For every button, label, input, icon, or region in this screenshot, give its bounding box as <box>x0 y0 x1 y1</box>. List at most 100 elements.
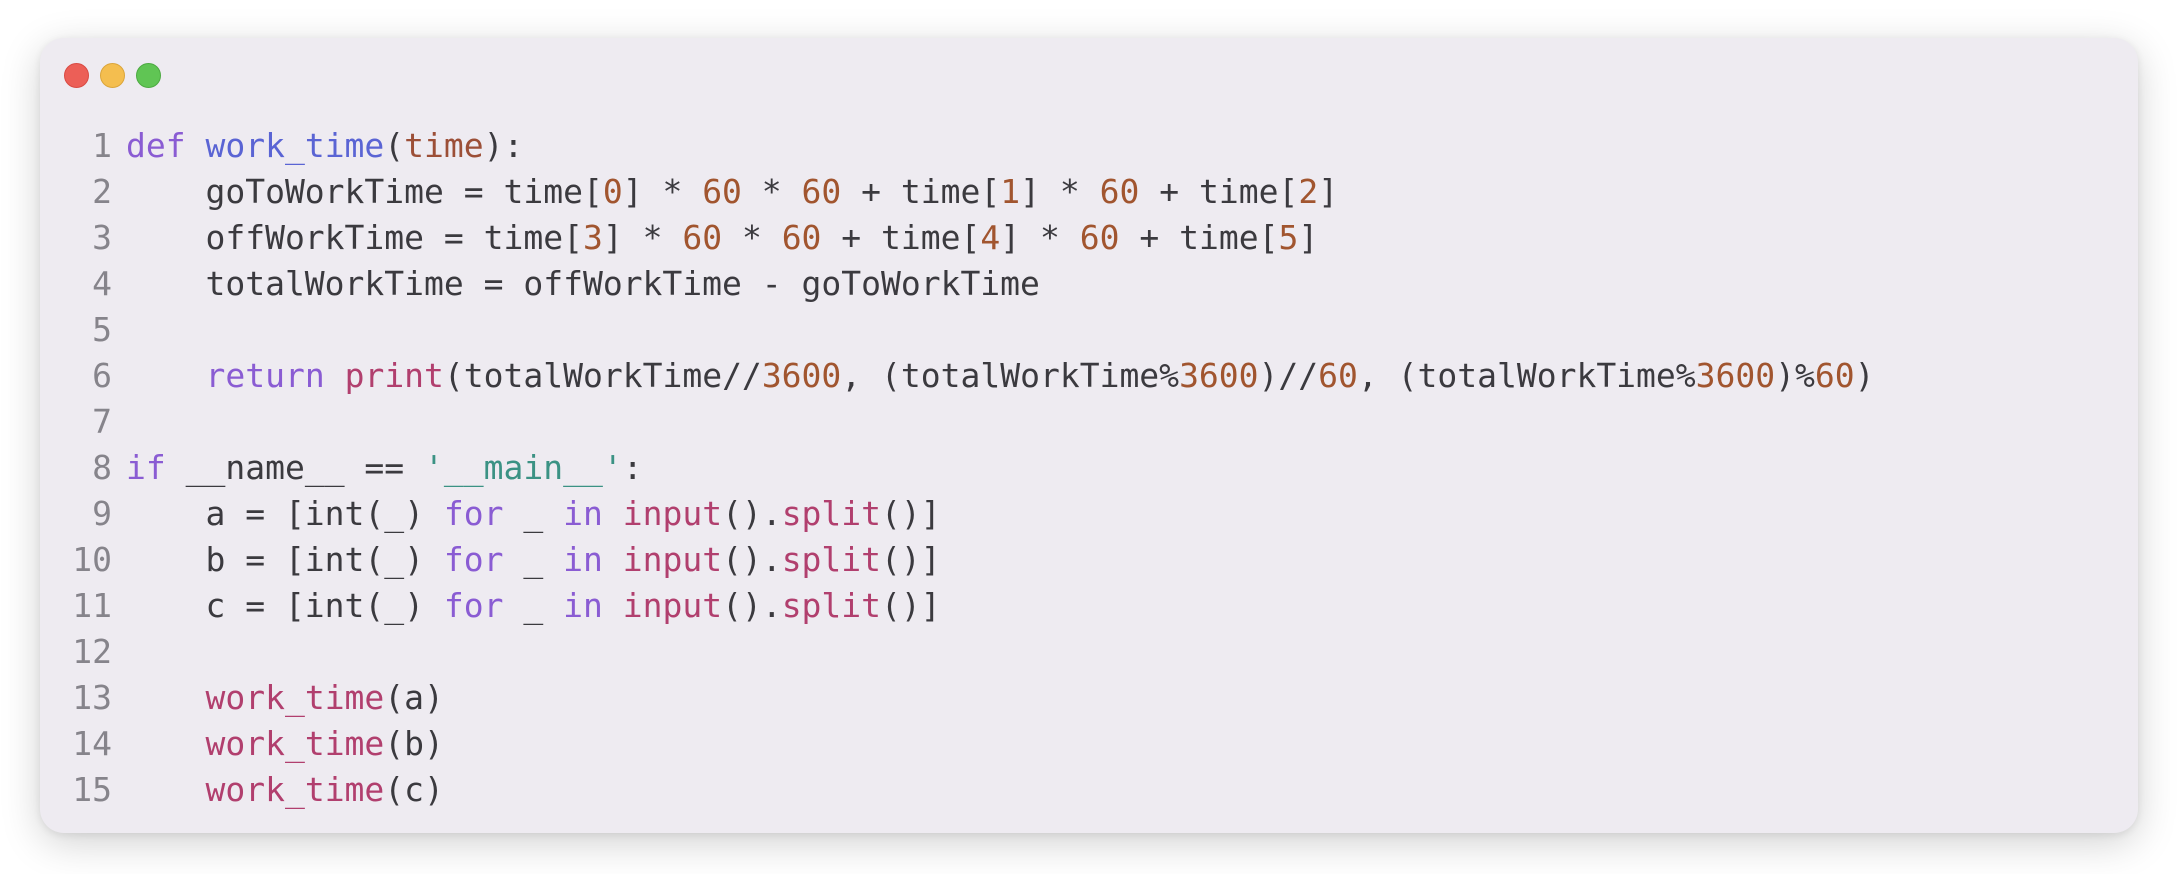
code-token: time <box>404 126 484 165</box>
code-token: ] <box>1318 172 1339 211</box>
code-token: split <box>781 586 882 625</box>
code-line: 4 totalWorkTime = offWorkTime - goToWork… <box>40 261 2138 307</box>
code-token: ()] <box>881 494 941 533</box>
code-token: split <box>781 540 882 579</box>
minimize-window-button[interactable] <box>100 63 125 88</box>
line-number: 8 <box>92 448 112 487</box>
code-token: + time[ <box>841 172 1001 211</box>
code-token: '__main__' <box>424 448 623 487</box>
line-source: def work_time(time): <box>126 123 523 169</box>
code-token: for <box>443 540 504 579</box>
line-number: 12 <box>72 632 112 671</box>
code-token: 3 <box>582 218 603 257</box>
code-token: print <box>344 356 444 395</box>
code-token: ( <box>384 126 405 165</box>
code-token: )% <box>1775 356 1815 395</box>
code-token: _ <box>503 586 564 625</box>
code-token: work_time <box>205 126 385 165</box>
code-token: b = [int(_) <box>126 540 444 579</box>
code-token: split <box>781 494 882 533</box>
code-token: in <box>563 494 603 533</box>
code-window: 1 def work_time(time): 2 goToWorkTime = ti… <box>40 38 2138 833</box>
code-token: __name__ == <box>165 448 425 487</box>
line-source: b = [int(_) for _ in input().split()] <box>126 537 941 583</box>
code-token: 5 <box>1278 218 1299 257</box>
code-line: 11 c = [int(_) for _ in input().split()] <box>40 583 2138 629</box>
code-token: for <box>443 494 504 533</box>
code-token: )// <box>1258 356 1319 395</box>
window-titlebar <box>40 38 2138 108</box>
line-source: work_time(c) <box>126 767 444 813</box>
code-line: 15 work_time(c) <box>40 767 2138 813</box>
line-source: goToWorkTime = time[0] * 60 * 60 + time[… <box>126 169 1338 215</box>
line-number: 1 <box>92 126 112 165</box>
code-token: input <box>622 494 723 533</box>
code-token: 2 <box>1298 172 1319 211</box>
code-token: 3600 <box>761 356 842 395</box>
code-token: goToWorkTime = time[ <box>126 172 603 211</box>
code-token: + time[ <box>1139 172 1299 211</box>
line-number: 5 <box>92 310 112 349</box>
line-number: 13 <box>72 678 112 717</box>
code-token: return <box>205 356 325 395</box>
code-token: ()] <box>881 586 941 625</box>
maximize-window-button[interactable] <box>136 63 161 88</box>
code-line: 6 return print(totalWorkTime//3600, (tot… <box>40 353 2138 399</box>
code-token: 1 <box>1000 172 1021 211</box>
line-number: 2 <box>92 172 112 211</box>
line-number: 7 <box>92 402 112 441</box>
code-token: ()] <box>881 540 941 579</box>
code-token: 60 <box>781 218 822 257</box>
code-token: ] * <box>622 172 703 211</box>
code-token: ) <box>1854 356 1875 395</box>
code-token: _ <box>503 540 564 579</box>
line-number: 4 <box>92 264 112 303</box>
code-token: , (totalWorkTime% <box>841 356 1180 395</box>
line-source: if __name__ == '__main__': <box>126 445 643 491</box>
code-line: 12 <box>40 629 2138 675</box>
code-token: 60 <box>1318 356 1358 395</box>
code-token: def <box>126 126 186 165</box>
line-source: c = [int(_) for _ in input().split()] <box>126 583 941 629</box>
code-token: 60 <box>702 172 742 211</box>
line-number: 11 <box>72 586 112 625</box>
code-token: ] * <box>1020 172 1100 211</box>
code-line: 9 a = [int(_) for _ in input().split()] <box>40 491 2138 537</box>
code-token: : <box>622 448 643 487</box>
line-source: return print(totalWorkTime//3600, (total… <box>126 353 1875 399</box>
line-source: work_time(b) <box>126 721 444 767</box>
code-token: if <box>126 448 166 487</box>
code-line: 2 goToWorkTime = time[0] * 60 * 60 + tim… <box>40 169 2138 215</box>
close-window-button[interactable] <box>64 63 89 88</box>
code-token: (). <box>722 586 782 625</box>
code-token: 60 <box>682 218 723 257</box>
line-number: 15 <box>72 770 112 809</box>
code-token: , (totalWorkTime% <box>1357 356 1696 395</box>
code-token: for <box>443 586 504 625</box>
code-line: 5 <box>40 307 2138 353</box>
code-token: 3600 <box>1695 356 1776 395</box>
code-line: 1 def work_time(time): <box>40 123 2138 169</box>
line-number: 6 <box>92 356 112 395</box>
code-token: (). <box>722 494 782 533</box>
code-token: 60 <box>1814 356 1855 395</box>
line-number: 14 <box>72 724 112 763</box>
code-line: 7 <box>40 399 2138 445</box>
line-number: 10 <box>72 540 112 579</box>
line-source: a = [int(_) for _ in input().split()] <box>126 491 941 537</box>
line-source: totalWorkTime = offWorkTime - goToWorkTi… <box>126 261 1039 307</box>
code-token: (c) <box>384 770 444 809</box>
code-token: _ <box>503 494 564 533</box>
code-line: 13 work_time(a) <box>40 675 2138 721</box>
code-token: (b) <box>384 724 444 763</box>
code-token: 60 <box>1099 172 1140 211</box>
code-token: ] * <box>602 218 683 257</box>
code-token: 60 <box>1079 218 1120 257</box>
code-token: 0 <box>602 172 623 211</box>
code-token: in <box>563 586 603 625</box>
